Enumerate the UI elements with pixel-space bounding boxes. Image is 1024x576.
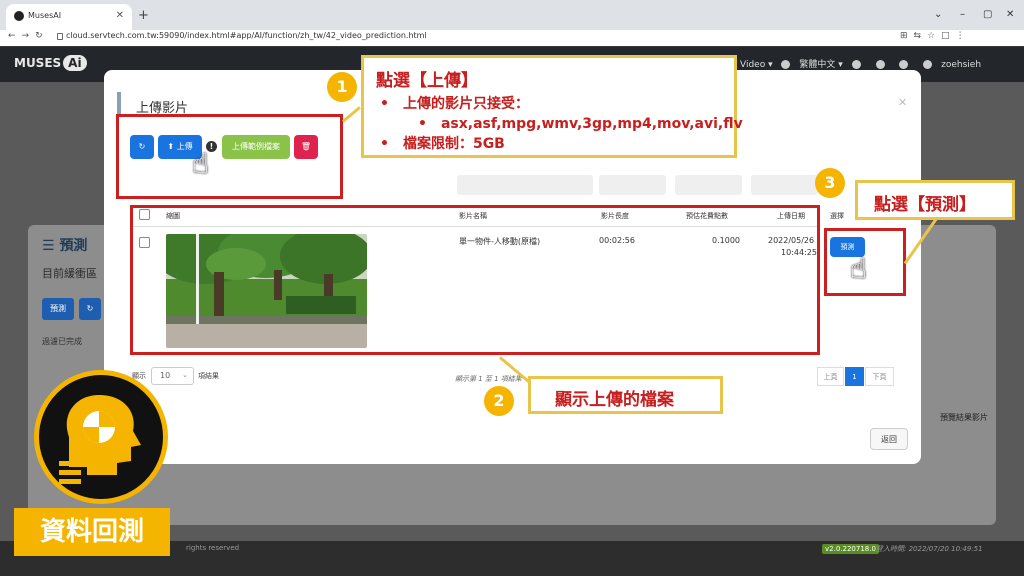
footer-copyright: rights reserved xyxy=(186,544,240,552)
close-window-icon[interactable]: ✕ xyxy=(1006,9,1014,20)
entries-label: 項結果 xyxy=(198,372,219,380)
step-2-title: 顯示上傳的檔案 xyxy=(555,390,674,410)
language-menu[interactable]: 繁體中文 ▾ xyxy=(799,60,842,70)
browser-tab-bar xyxy=(0,0,1024,30)
lang-icon xyxy=(781,60,791,69)
filter-field[interactable] xyxy=(599,175,666,195)
step-2-badge: 2 xyxy=(484,386,514,416)
modal-title-accent xyxy=(117,92,121,114)
prev-page-button[interactable]: 上頁 xyxy=(817,367,844,386)
background-title: ☰ 預測 xyxy=(42,238,88,254)
step-2-callout: 顯示上傳的檔案 xyxy=(528,376,723,414)
background-refresh-icon[interactable]: ↻ xyxy=(79,298,101,320)
page-info: 顯示第 1 至 1 項結果 xyxy=(455,375,522,383)
browser-tab[interactable]: MusesAI ✕ xyxy=(6,4,132,30)
step-1-line: 上傳的影片只接受： xyxy=(380,94,743,114)
video-menu[interactable]: Video ▾ xyxy=(740,60,773,70)
login-time: 登入時間: 2022/07/20 10:49:51 xyxy=(876,545,983,553)
settings-icon[interactable] xyxy=(875,60,885,69)
step-1-line: 檔案限制：5GB xyxy=(380,134,743,154)
chevron-down-icon[interactable]: ⌄ xyxy=(934,9,942,20)
user-name: zoehsieh xyxy=(941,60,982,70)
app-logo: MUSES Ai xyxy=(14,55,87,71)
background-filter-label: 過濾已完成 xyxy=(42,337,82,346)
highlight-table xyxy=(130,205,820,355)
header-right: Video ▾ 繁體中文 ▾ zoehsieh xyxy=(740,57,981,70)
browser-toolbar-icons[interactable]: ⊞⇆☆□⋮ xyxy=(900,31,971,41)
step-3-title: 點選【預測】 xyxy=(874,195,976,215)
step-1-badge: 1 xyxy=(327,72,357,102)
step-1-title: 點選【上傳】 xyxy=(376,71,478,91)
backtest-badge-label: 資料回測 xyxy=(14,508,170,556)
backtest-badge-icon xyxy=(34,370,168,504)
logout-icon[interactable] xyxy=(923,60,933,69)
back-button[interactable]: 返回 xyxy=(870,428,908,450)
background-subtitle: 目前緩衝區 xyxy=(42,267,97,280)
background-result-column: 預覽結果影片 xyxy=(940,413,988,422)
new-tab-icon[interactable]: + xyxy=(138,8,149,23)
filter-field[interactable] xyxy=(751,175,818,195)
head-chart-icon xyxy=(59,395,141,484)
step-3-badge: 3 xyxy=(815,168,845,198)
highlight-toolbar xyxy=(116,114,343,199)
modal-close-icon[interactable]: ✕ xyxy=(898,96,907,109)
next-page-button[interactable]: 下頁 xyxy=(865,367,894,386)
page-1-button[interactable]: 1 xyxy=(845,367,864,386)
url-field[interactable]: cloud.servtech.com.tw:59090/index.html#a… xyxy=(66,31,427,40)
fullscreen-icon[interactable] xyxy=(899,60,909,69)
favicon-icon xyxy=(14,11,24,21)
close-tab-icon[interactable]: ✕ xyxy=(116,10,124,21)
step-1-callout: 點選【上傳】 上傳的影片只接受： asx,asf,mpg,wmv,3gp,mp4… xyxy=(361,55,743,158)
step-3-callout: 點選【預測】 xyxy=(855,180,1015,220)
filter-field[interactable] xyxy=(457,175,593,195)
filter-field[interactable] xyxy=(675,175,742,195)
help-icon[interactable] xyxy=(851,60,861,69)
minimize-icon[interactable]: – xyxy=(960,9,965,20)
chevron-down-icon: ⌄ xyxy=(182,371,188,379)
tab-title: MusesAI xyxy=(28,11,62,20)
nav-buttons[interactable]: ←→↻ xyxy=(8,31,49,41)
step-1-formats: asx,asf,mpg,wmv,3gp,mp4,mov,avi,flv xyxy=(380,114,743,134)
pointer-hand-icon: ☝ xyxy=(850,252,868,285)
version-badge: v2.0.220718.0 xyxy=(822,544,879,554)
restore-icon[interactable]: ▢ xyxy=(983,9,992,20)
column-header-select: 選擇 xyxy=(830,212,844,220)
lock-icon xyxy=(57,33,63,40)
pointer-hand-icon: ☝ xyxy=(192,147,210,180)
background-predict-button[interactable]: 預測 xyxy=(42,298,74,320)
